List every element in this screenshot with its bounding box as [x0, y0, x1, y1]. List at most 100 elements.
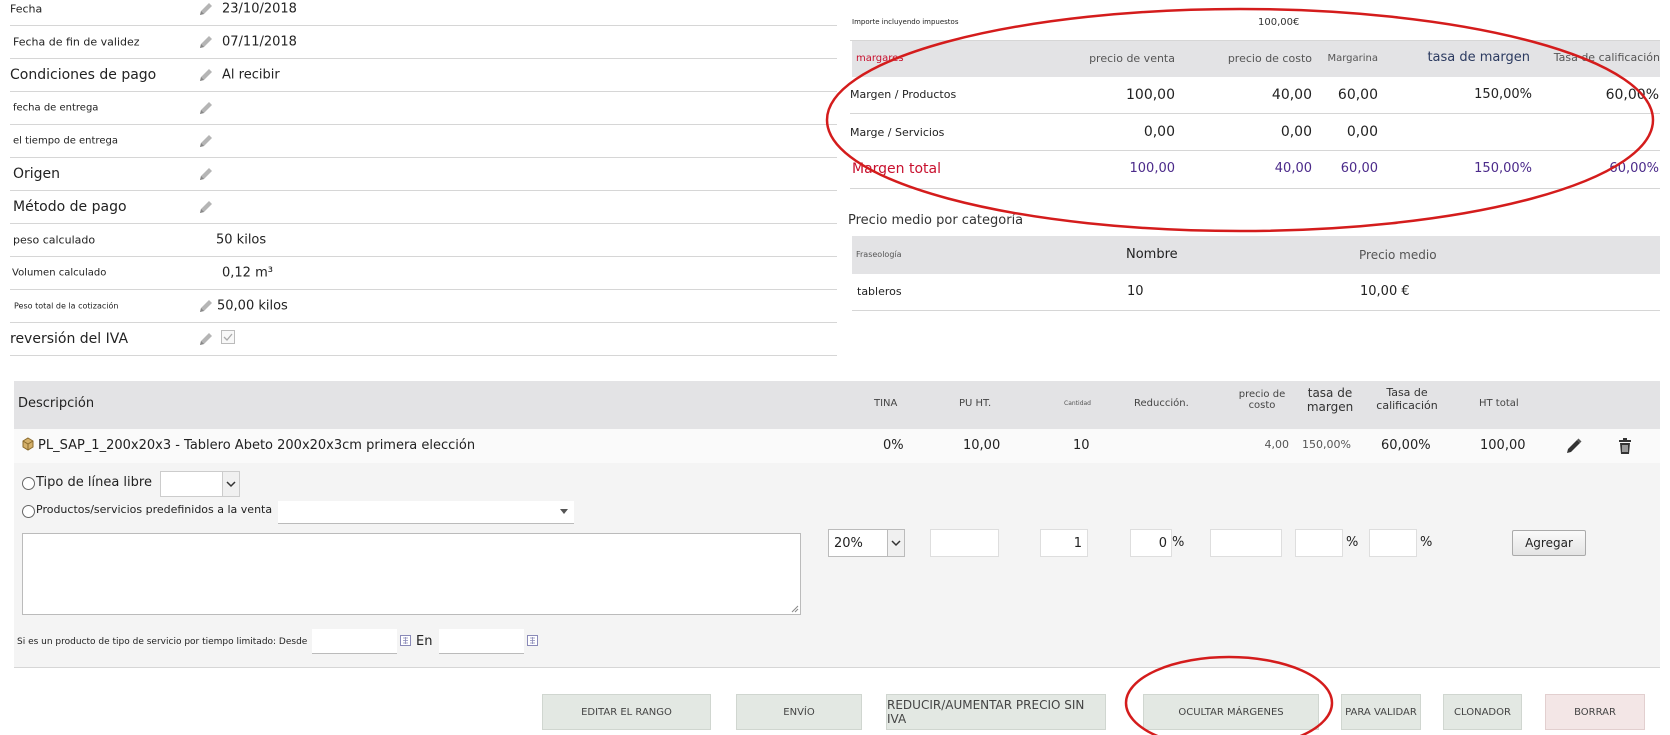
col-total: HT total [1479, 398, 1519, 409]
pencil-icon[interactable] [197, 132, 215, 150]
line-pu: 10,00 [963, 438, 1001, 453]
line-description[interactable]: PL_SAP_1_200x20x3 - Tablero Abeto 200x20… [38, 438, 475, 453]
avg-price-header-col: Precio medio [1359, 248, 1437, 262]
field-value: 50 kilos [216, 232, 267, 247]
margins-row-products: Margen / Productos 100,00 40,00 60,00 15… [850, 77, 1660, 114]
caret-down-icon [560, 509, 568, 515]
service-period-label: Si es un producto de tipo de servicio po… [17, 637, 308, 647]
free-line-type-select[interactable] [160, 471, 240, 497]
product-icon [22, 437, 34, 451]
field-label: el tiempo de entrega [13, 135, 118, 146]
pencil-icon[interactable] [197, 99, 215, 117]
line-total: 100,00 [1480, 438, 1526, 453]
edit-line-icon[interactable] [1565, 437, 1583, 455]
avg-price-title: Precio medio por categoría [848, 213, 1024, 228]
field-label: fecha de entrega [13, 102, 99, 113]
field-value: 50,00 kilos [217, 298, 288, 313]
send-button[interactable]: ENVÍO [736, 694, 862, 730]
margins-header-col: precio de venta [1089, 52, 1175, 65]
pencil-icon[interactable] [197, 297, 215, 315]
margins-total-cell: 60,00 [1340, 161, 1378, 176]
col-margin: tasa de margen [1306, 386, 1354, 414]
margins-cell: 0,00 [1143, 124, 1175, 140]
validate-button[interactable]: PARA VALIDAR [1341, 694, 1421, 730]
field-label: reversión del IVA [10, 330, 129, 347]
quantity-input[interactable]: 1 [1040, 529, 1088, 557]
line-markup: 60,00% [1381, 438, 1431, 453]
resize-handle-icon[interactable] [791, 605, 799, 613]
margins-cell: 100,00 [1126, 87, 1175, 103]
margins-header-col: Margarina [1327, 53, 1378, 64]
pencil-icon[interactable] [197, 0, 215, 18]
total-ttc-label: Importe incluyendo impuestos [852, 18, 959, 26]
line-item-row[interactable]: PL_SAP_1_200x20x3 - Tablero Abeto 200x20… [14, 429, 1660, 464]
discount-percent: % [1172, 535, 1185, 550]
pencil-icon[interactable] [197, 33, 215, 51]
field-row-fin-validez: Fecha de fin de validez 07/11/2018 [10, 25, 837, 59]
field-row-fecha-entrega: fecha de entrega [10, 91, 837, 125]
avg-price-cell: 10,00 € [1360, 284, 1410, 299]
markup-percent: % [1420, 535, 1433, 550]
margins-cell: Margen / Productos [850, 88, 957, 101]
margins-total-label: Margen total [852, 161, 942, 177]
reverse-vat-checkbox[interactable] [221, 330, 235, 344]
service-end-date[interactable] [439, 629, 524, 654]
edit-range-button[interactable]: EDITAR EL RANGO [542, 694, 711, 730]
field-label: Condiciones de pago [10, 66, 157, 83]
margins-cell: Marge / Servicios [850, 126, 945, 139]
field-label: Fecha de fin de validez [13, 35, 140, 48]
predefined-label: Productos/servicios predefinidos a la ve… [36, 503, 273, 516]
vat-rate-select[interactable]: 20% [828, 529, 905, 557]
chevron-down-icon [222, 472, 239, 496]
pencil-icon[interactable] [197, 330, 215, 348]
avg-price-header-col: Nombre [1126, 247, 1178, 262]
field-label: Origen [13, 165, 61, 182]
hide-margins-button[interactable]: OCULTAR MÁRGENES [1143, 694, 1319, 730]
clone-button[interactable]: CLONADOR [1443, 694, 1522, 730]
predefined-radio[interactable] [22, 505, 35, 518]
delete-button[interactable]: BORRAR [1545, 694, 1645, 730]
trash-icon[interactable] [1616, 437, 1634, 455]
calendar-icon[interactable] [400, 635, 411, 646]
pencil-icon[interactable] [197, 198, 215, 216]
chevron-down-icon [887, 530, 904, 556]
field-value: 0,12 m³ [222, 265, 273, 280]
field-label: Fecha [10, 2, 43, 15]
col-markup: Tasa de calificación [1376, 386, 1438, 412]
vat-rate-value: 20% [834, 536, 863, 551]
col-vat: TINA [874, 398, 898, 409]
discount-input[interactable]: 0 [1130, 529, 1172, 557]
field-label: Volumen calculado [12, 267, 107, 278]
add-line-button[interactable]: Agregar [1512, 530, 1586, 556]
col-pu: PU HT. [959, 398, 992, 409]
margins-header-col: margares [856, 53, 904, 64]
add-line-form: Tipo de línea libre Productos/servicios … [14, 463, 1660, 668]
markup-rate-input[interactable] [1369, 529, 1417, 557]
margins-cell: 60,00% [1605, 87, 1659, 103]
margin-rate-input[interactable] [1295, 529, 1343, 557]
field-row-origen: Origen [10, 157, 837, 191]
cost-price-input[interactable] [1210, 529, 1282, 557]
line-qty: 10 [1073, 438, 1090, 453]
field-row-reversion-iva: reversión del IVA [10, 322, 837, 356]
calendar-icon[interactable] [527, 635, 538, 646]
field-label: Método de pago [13, 198, 127, 215]
service-to-label: En [416, 634, 433, 649]
free-line-radio[interactable] [22, 477, 35, 490]
field-value: 23/10/2018 [222, 1, 297, 16]
field-label: Peso total de la cotización [14, 301, 119, 310]
line-description-textarea[interactable] [22, 533, 801, 615]
avg-price-cell: tableros [857, 285, 902, 298]
unit-price-input[interactable] [930, 529, 999, 557]
quantity-value: 1 [1073, 536, 1082, 551]
service-start-date[interactable] [312, 629, 397, 654]
field-row-tiempo-entrega: el tiempo de entrega [10, 124, 837, 158]
field-value: 07/11/2018 [222, 34, 297, 49]
line-cost: 4,00 [1264, 438, 1290, 451]
col-discount: Reducción. [1134, 398, 1189, 409]
adjust-price-button[interactable]: REDUCIR/AUMENTAR PRECIO SIN IVA [886, 694, 1106, 730]
margins-row-total: Margen total 100,00 40,00 60,00 150,00% … [850, 151, 1660, 189]
predefined-product-select[interactable] [278, 501, 574, 524]
pencil-icon[interactable] [197, 66, 215, 84]
pencil-icon[interactable] [197, 165, 215, 183]
